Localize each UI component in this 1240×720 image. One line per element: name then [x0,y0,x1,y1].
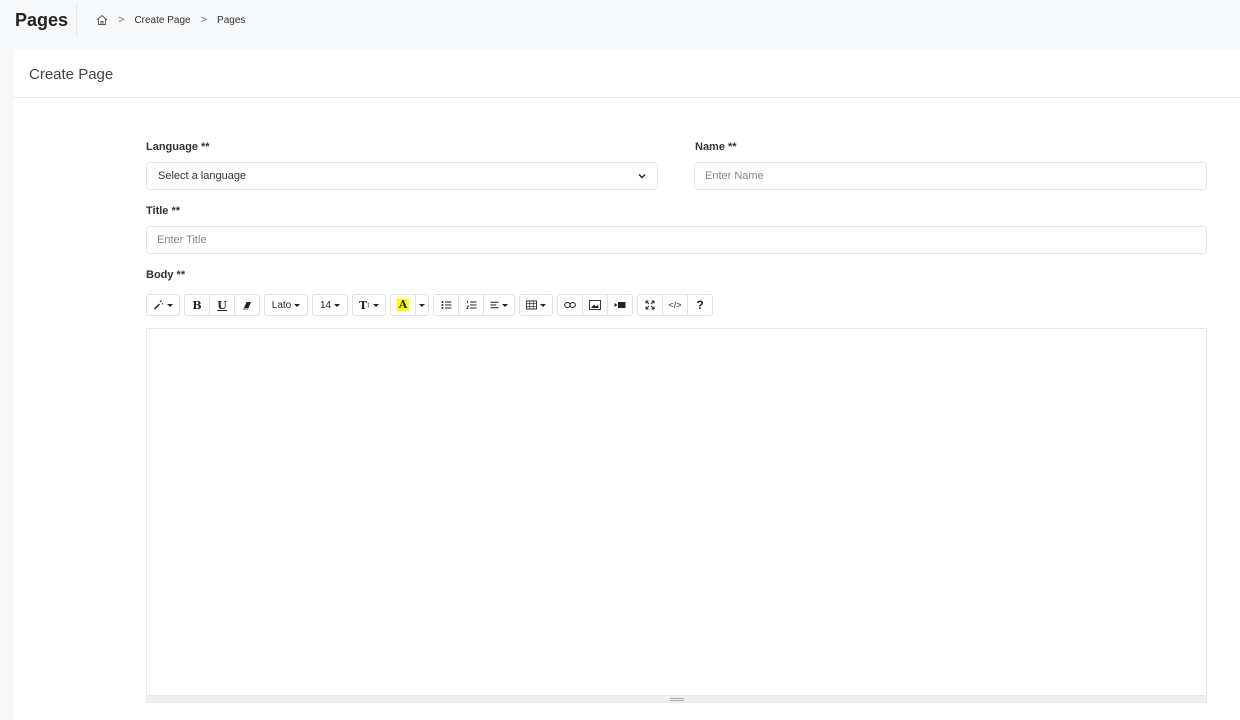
caret-icon [373,303,379,307]
color-group: A [390,294,429,316]
video-icon [614,302,626,308]
caret-icon [502,303,508,307]
page-heading: Pages [15,10,69,30]
resize-handle[interactable] [669,697,684,701]
body-label: Body ** [146,269,186,281]
font-family-group: Lato [264,294,308,316]
underline-button[interactable]: U [209,294,235,316]
caret-icon [540,303,546,307]
name-input[interactable] [695,163,1206,189]
home-icon[interactable] [96,14,108,26]
breadcrumb-separator-icon: > [200,14,208,26]
caret-icon [334,303,341,307]
insert-group [557,294,633,316]
format-group: B U [184,294,260,316]
line-height-icon [367,302,370,308]
name-field[interactable] [694,162,1207,190]
editor-toolbar: B U Lato 14 T A </> ? [146,294,717,316]
link-icon [564,301,576,309]
breadcrumb-create-page[interactable]: Create Page [134,15,190,26]
top-bar: Pages > Create Page > Pages [0,0,1240,44]
table-group [519,294,553,316]
text-size-group: T [352,294,386,316]
card-title: Create Page [29,66,114,83]
text-color-button[interactable]: A [390,294,416,316]
code-view-button[interactable]: </> [662,294,688,316]
language-select-value: Select a language [158,170,247,182]
font-size-button[interactable]: 14 [312,294,348,316]
underline-icon: U [217,298,227,312]
font-color-icon: A [396,298,410,311]
insert-link-button[interactable] [557,294,583,316]
breadcrumb: > Create Page > Pages [96,14,245,26]
insert-image-button[interactable] [582,294,608,316]
font-family-button[interactable]: Lato [264,294,308,316]
paragraph-align-button[interactable] [483,294,515,316]
caret-icon [294,303,301,307]
editor-statusbar [146,695,1207,703]
code-icon: </> [668,300,682,310]
image-icon [589,300,601,310]
chevron-down-icon [637,171,647,181]
help-button[interactable]: ? [687,294,713,316]
bold-icon: B [192,298,202,312]
unordered-list-button[interactable] [433,294,459,316]
font-size-value: 14 [319,299,332,311]
breadcrumb-pages[interactable]: Pages [217,15,245,26]
numbered-list-icon [465,300,476,309]
caret-icon [167,303,173,307]
paragraph-group [433,294,515,316]
fullscreen-button[interactable] [637,294,663,316]
font-family-value: Lato [271,299,292,311]
clear-format-button[interactable] [234,294,260,316]
text-height-icon: T [359,298,368,312]
editor-body[interactable] [146,328,1207,695]
style-group [146,294,180,316]
font-size-group: 14 [312,294,348,316]
view-group: </> ? [637,294,713,316]
table-icon [526,300,537,310]
language-label: Language ** [146,141,210,153]
table-button[interactable] [519,294,553,316]
help-icon: ? [696,298,704,312]
bullet-list-icon [441,301,451,309]
create-page-card: Create Page Language ** Select a languag… [14,50,1240,720]
caret-icon [419,303,425,307]
eraser-icon [243,302,251,310]
title-input[interactable] [147,227,1206,253]
language-select[interactable]: Select a language [146,162,658,190]
fullscreen-icon [645,300,655,310]
title-field[interactable] [146,226,1207,254]
card-header: Create Page [14,50,1240,98]
name-label: Name ** [695,141,737,153]
title-label: Title ** [146,205,181,217]
bold-button[interactable]: B [184,294,210,316]
style-button[interactable] [146,294,180,316]
text-height-button[interactable]: T [352,294,386,316]
heading-divider [76,4,77,36]
align-left-icon [490,301,499,309]
insert-video-button[interactable] [607,294,633,316]
ordered-list-button[interactable] [458,294,484,316]
breadcrumb-separator-icon: > [118,14,125,26]
color-dropdown-button[interactable] [415,294,429,316]
magic-wand-icon [153,300,164,310]
